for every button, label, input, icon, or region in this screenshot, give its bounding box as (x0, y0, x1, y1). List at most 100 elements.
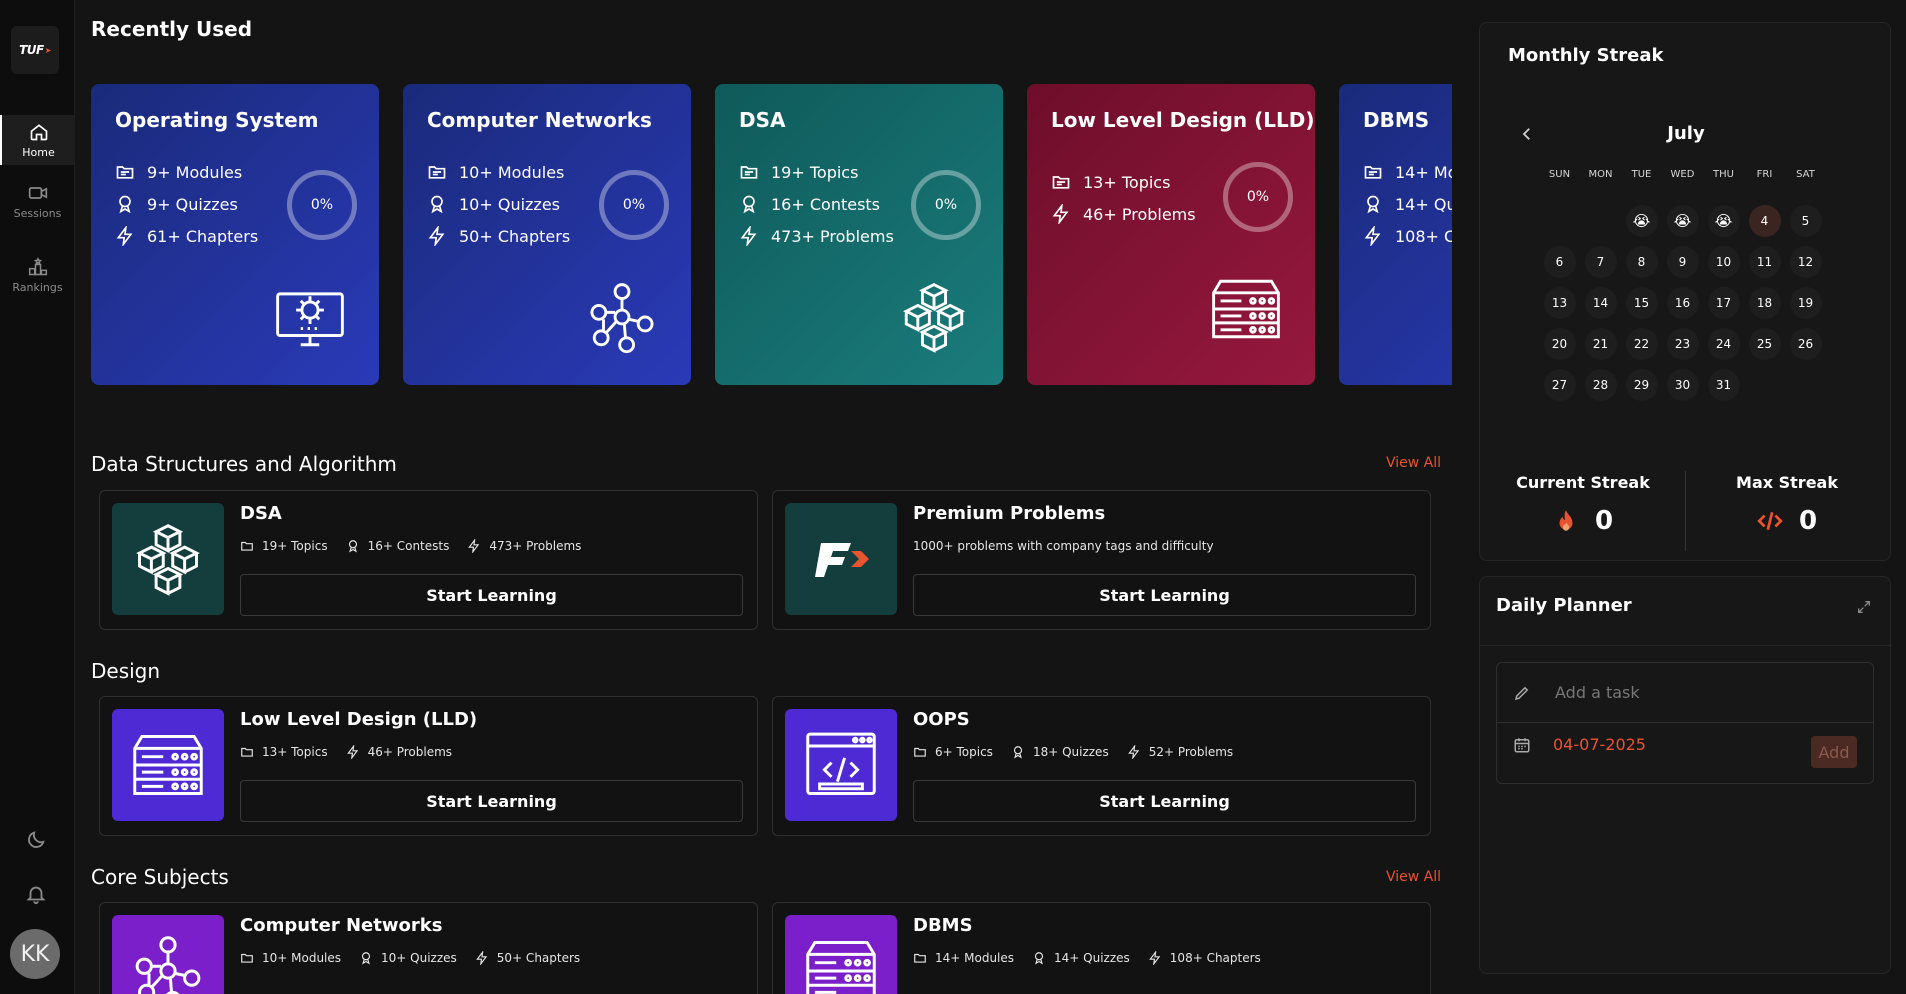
calendar-day-number: 31 (1707, 368, 1740, 401)
calendar-day[interactable]: 15 (1621, 282, 1662, 323)
calendar-day[interactable]: 27 (1539, 364, 1580, 405)
recent-card-computer-networks[interactable]: Computer Networks 10+ Modules 10+ Quizze… (403, 84, 691, 385)
calendar-day[interactable]: 28 (1580, 364, 1621, 405)
calendar-day[interactable]: 25 (1744, 323, 1785, 364)
course-card-lld[interactable]: Low Level Design (LLD) 13+ Topics 46+ Pr… (99, 696, 758, 836)
calendar-day[interactable]: 18 (1744, 282, 1785, 323)
progress-ring: 0% (1223, 162, 1293, 232)
calendar-day[interactable]: 9 (1662, 241, 1703, 282)
fire-icon (1559, 510, 1573, 531)
course-card-dsa[interactable]: DSA 19+ Topics 16+ Contests 473+ Problem… (99, 490, 758, 630)
calendar-day[interactable]: 14 (1580, 282, 1621, 323)
calendar-day[interactable]: 30 (1662, 364, 1703, 405)
view-all-link[interactable]: View All (1386, 455, 1441, 471)
calendar-day[interactable]: 😭 (1621, 200, 1662, 241)
expand-icon[interactable] (1856, 599, 1872, 615)
date-row[interactable]: 04-07-2025 (1513, 735, 1646, 754)
meta-text: 108+ Chapters (1169, 951, 1261, 965)
course-card-premium-problems[interactable]: Premium Problems 1000+ problems with com… (772, 490, 1431, 630)
sidebar-item-rankings[interactable]: Rankings (0, 250, 75, 300)
network-icon (135, 936, 201, 994)
calendar-day[interactable]: 16 (1662, 282, 1703, 323)
current-streak-value-row: 0 (1488, 506, 1678, 536)
max-streak-value-row: 0 (1692, 506, 1882, 536)
start-learning-button[interactable]: Start Learning (913, 780, 1416, 822)
recent-card-stat: 108+ Chapters (1363, 220, 1452, 252)
stat-text: 19+ Topics (771, 162, 859, 182)
weekday-label: FRI (1756, 169, 1773, 180)
pencil-icon (1514, 686, 1529, 700)
meta-text: 14+ Quizzes (1054, 951, 1130, 965)
calendar-day-number: 4 (1748, 204, 1781, 237)
folder-icon (428, 166, 446, 179)
stat-text: 50+ Chapters (459, 226, 571, 246)
recent-carousel[interactable]: Operating System 9+ Modules 9+ Quizzes 6… (91, 84, 1452, 386)
sidebar-item-sessions[interactable]: Sessions (0, 176, 75, 226)
max-streak-value: 0 (1798, 506, 1818, 536)
calendar-day[interactable]: 23 (1662, 323, 1703, 364)
calendar-day-number: 8 (1625, 245, 1658, 278)
calendar-day[interactable]: 26 (1785, 323, 1826, 364)
calendar-day[interactable]: 24 (1703, 323, 1744, 364)
calendar-day[interactable]: 5 (1785, 200, 1826, 241)
stat-text: 61+ Chapters (147, 226, 259, 246)
calendar-day[interactable]: 11 (1744, 241, 1785, 282)
avatar[interactable]: KK (10, 929, 60, 979)
add-task-button[interactable]: Add (1811, 736, 1857, 768)
recent-card-dsa[interactable]: DSA 19+ Topics 16+ Contests 473+ Problem… (715, 84, 1003, 385)
calendar-day[interactable]: 13 (1539, 282, 1580, 323)
calendar-day[interactable]: 8 (1621, 241, 1662, 282)
stat-text: 14+ Modules (1395, 162, 1452, 182)
bolt-icon (428, 226, 445, 246)
calendar-day[interactable]: 17 (1703, 282, 1744, 323)
bolt-icon (740, 226, 757, 246)
crying-emoji-icon: 😭 (1625, 204, 1658, 237)
view-all-link[interactable]: View All (1386, 869, 1441, 885)
calendar-day[interactable]: 😭 (1703, 200, 1744, 241)
meta-text: 52+ Problems (1148, 745, 1234, 759)
badge-icon (119, 195, 131, 214)
folder-icon (914, 953, 926, 963)
calendar-day[interactable]: 31 (1703, 364, 1744, 405)
calendar-day[interactable]: 6 (1539, 241, 1580, 282)
course-meta: 10+ Modules 10+ Quizzes 50+ Chapters (240, 951, 580, 965)
calendar-day[interactable]: 29 (1621, 364, 1662, 405)
current-streak-value: 0 (1594, 506, 1614, 536)
meta-item: 10+ Quizzes (359, 951, 457, 965)
start-learning-button[interactable]: Start Learning (913, 574, 1416, 616)
meta-item: 52+ Problems (1127, 745, 1233, 759)
calendar-day-number: 21 (1584, 327, 1617, 360)
calendar-day-number: 28 (1584, 368, 1617, 401)
bell-icon[interactable] (25, 883, 47, 905)
course-card-oops[interactable]: OOPS 6+ Topics 18+ Quizzes 52+ Problems … (772, 696, 1431, 836)
recent-card-dbms[interactable]: DBMS 14+ Modules 14+ Quizzes 108+ Chapte… (1339, 84, 1452, 385)
course-card-dbms[interactable]: DBMS 14+ Modules 14+ Quizzes 108+ Chapte… (772, 902, 1431, 994)
start-learning-button[interactable]: Start Learning (240, 574, 743, 616)
start-learning-button[interactable]: Start Learning (240, 780, 743, 822)
calendar-day[interactable]: 21 (1580, 323, 1621, 364)
badge-icon (361, 952, 371, 965)
calendar-day[interactable]: 😭 (1662, 200, 1703, 241)
calendar-day[interactable]: 22 (1621, 323, 1662, 364)
calendar-day[interactable]: 12 (1785, 241, 1826, 282)
course-thumb (785, 503, 897, 615)
bolt-icon (1148, 951, 1161, 965)
calendar-day[interactable]: 7 (1580, 241, 1621, 282)
sidebar-item-home[interactable]: Home (0, 115, 75, 165)
moon-icon[interactable] (25, 829, 47, 851)
task-input[interactable] (1555, 683, 1835, 702)
progress-ring: 0% (599, 170, 669, 240)
calendar-day[interactable]: 4 (1744, 200, 1785, 241)
calendar-day[interactable]: 20 (1539, 323, 1580, 364)
logo[interactable]: TUF ➤ (11, 26, 59, 74)
recent-card-stat: 14+ Modules (1363, 156, 1452, 188)
recent-card-operating-system[interactable]: Operating System 9+ Modules 9+ Quizzes 6… (91, 84, 379, 385)
current-streak: Current Streak 0 (1488, 473, 1678, 536)
badge-icon (1367, 195, 1379, 214)
meta-text: 16+ Contests (367, 539, 450, 553)
recent-card-lld[interactable]: Low Level Design (LLD) 13+ Topics 46+ Pr… (1027, 84, 1315, 385)
calendar-day[interactable]: 19 (1785, 282, 1826, 323)
course-card-computer-networks[interactable]: Computer Networks 10+ Modules 10+ Quizze… (99, 902, 758, 994)
calendar-blank (1539, 200, 1580, 241)
calendar-day[interactable]: 10 (1703, 241, 1744, 282)
